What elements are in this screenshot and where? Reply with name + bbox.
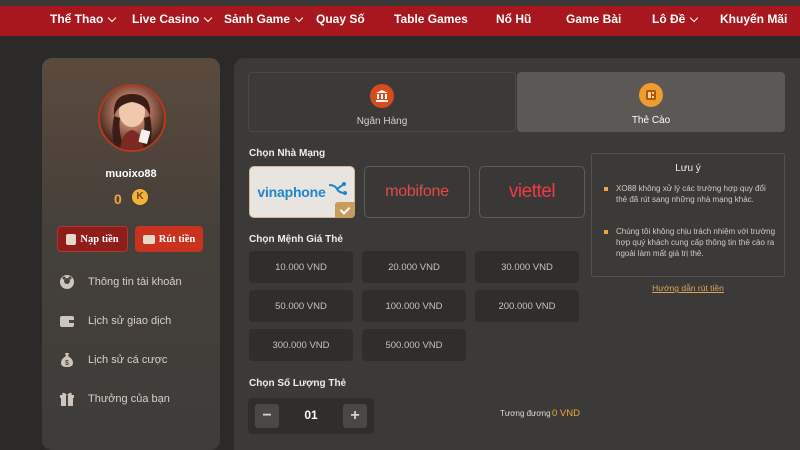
tab-scratch-card[interactable]: Thẻ Cào [517,72,785,132]
mobifone-logo: mobifone [385,183,449,200]
nav-item-lo-de[interactable]: Lô Đề [652,12,699,26]
chevron-down-icon [294,13,304,22]
bullet-icon [604,187,608,191]
denomination-option[interactable]: 500.000 VND [362,329,466,361]
bank-icon [370,84,394,108]
money-bag-icon: $ [58,351,76,369]
carrier-section-title: Chọn Nhà Mạng [249,148,326,159]
quantity-value[interactable]: 01 [292,408,330,422]
top-nav: Thể Thao Live Casino Sảnh Game Quay Số T… [0,0,800,36]
tab-card-label: Thẻ Cào [631,115,671,126]
nav-item-game-bai[interactable]: Game Bài [566,12,621,26]
avatar [98,84,166,152]
tab-bank-label: Ngân Hàng [356,116,408,127]
deposit-button[interactable]: Nạp tiền [57,226,128,252]
user-icon [58,273,76,291]
nav-item-no-hu[interactable]: Nổ Hũ [496,12,531,26]
balance-value: 0 [114,191,122,207]
username: muoixo88 [105,168,157,180]
sidebar-item-bet-history[interactable]: $ Lịch sử cá cược [58,350,167,370]
wallet-icon [58,312,76,330]
denomination-option[interactable]: 50.000 VND [249,290,353,322]
vinaphone-logo-mark [328,182,347,195]
denomination-section-title: Chọn Mệnh Giá Thẻ [249,234,343,245]
denomination-option[interactable]: 200.000 VND [475,290,579,322]
withdraw-button[interactable]: Rút tiền [135,226,203,252]
selected-check-icon [335,202,355,218]
bullet-icon [604,230,608,234]
note-item: XO88 không xử lý các trường hợp quy đổi … [616,184,766,204]
quantity-section-title: Chọn Số Lượng Thẻ [249,378,347,389]
denomination-option[interactable]: 30.000 VND [475,251,579,283]
profile-panel: muoixo88 0 K Nạp tiền Rút tiền Thông tin… [42,58,220,450]
chevron-down-icon [108,13,117,22]
viettel-logo: viettel [508,181,556,202]
withdraw-panel: Ngân Hàng Thẻ Cào Chọn Nhà Mạng vinaphon… [234,58,800,450]
nav-item-table-games[interactable]: Table Games [394,12,468,26]
quantity-increase-button[interactable]: + [343,404,367,428]
nav-item-the-thao[interactable]: Thể Thao [50,12,117,26]
tab-bank[interactable]: Ngân Hàng [248,72,516,132]
nav-item-sanh-game[interactable]: Sảnh Game [224,12,304,26]
avatar-image [112,94,152,150]
svg-text:$: $ [65,360,69,367]
chevron-down-icon [690,13,699,22]
note-title: Lưu ý [675,163,701,174]
nav-item-live-casino[interactable]: Live Casino [132,12,213,26]
cash-icon [142,234,155,244]
quantity-decrease-button[interactable]: − [255,404,279,428]
equivalent-value: 0 VND [552,408,580,419]
carrier-mobifone[interactable]: mobifone [364,166,470,218]
dollar-icon [66,233,77,245]
sidebar-item-rewards[interactable]: Thưởng của bạn [58,389,170,409]
denomination-option[interactable]: 300.000 VND [249,329,353,361]
nav-item-quay-so[interactable]: Quay Số [316,12,365,26]
carrier-viettel[interactable]: viettel [479,166,585,218]
denomination-option[interactable]: 10.000 VND [249,251,353,283]
card-icon [639,83,663,107]
denomination-option[interactable]: 100.000 VND [362,290,466,322]
equivalent-label: Tương đương [500,409,551,418]
sidebar-item-account-info[interactable]: Thông tin tài khoản [58,272,182,292]
vinaphone-logo: vinaphone [257,184,326,200]
coin-icon: K [132,189,148,205]
withdraw-guide-link[interactable]: Hướng dẫn rút tiền [591,283,785,293]
carrier-vinaphone[interactable]: vinaphone [249,166,355,218]
quantity-stepper: − 01 + [248,398,374,434]
nav-item-khuyen-mai[interactable]: Khuyến Mãi [720,12,787,26]
note-box: Lưu ý XO88 không xử lý các trường hợp qu… [591,153,785,277]
sidebar-item-transaction-history[interactable]: Lịch sử giao dịch [58,311,171,331]
top-strip [0,0,800,6]
denomination-option[interactable]: 20.000 VND [362,251,466,283]
chevron-down-icon [204,13,213,22]
note-item: Chúng tôi không chịu trách nhiệm với trư… [616,227,776,258]
gift-icon [58,390,76,408]
